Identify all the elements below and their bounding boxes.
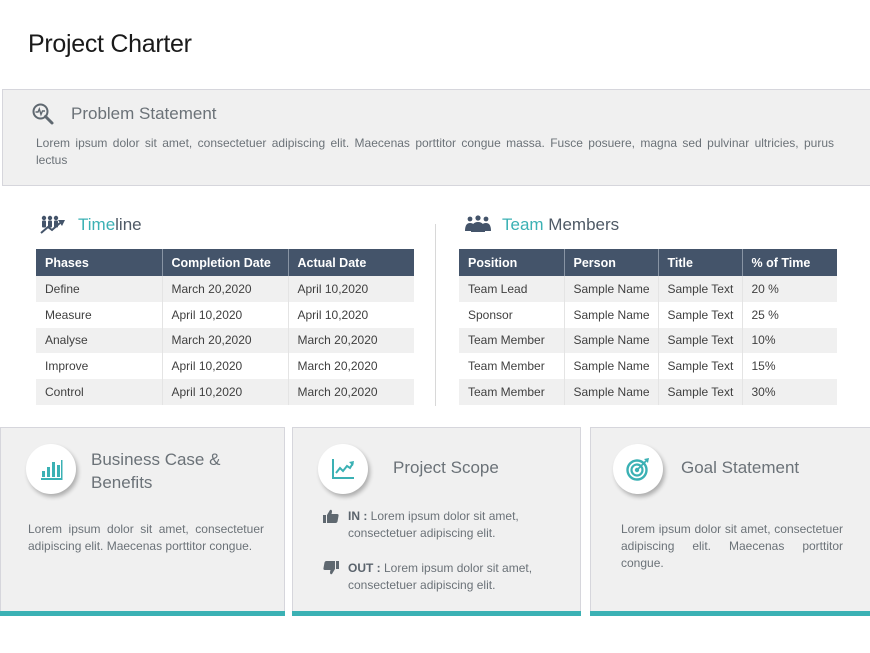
team-members-title-accent: Team	[502, 215, 544, 234]
goal-statement-card: Goal Statement Lorem ipsum dolor sit ame…	[590, 427, 870, 616]
bar-chart-icon	[41, 460, 63, 480]
scope-in-item: IN : Lorem ipsum dolor sit amet, consect…	[323, 508, 555, 542]
thumbs-down-icon	[323, 561, 339, 575]
table-cell: Improve	[36, 353, 163, 380]
team-icon	[465, 215, 491, 232]
table-cell: Sample Name	[564, 379, 659, 405]
table-cell: March 20,2020	[288, 327, 414, 354]
table-cell: April 10,2020	[288, 276, 414, 302]
accent-bar	[0, 611, 285, 616]
table-cell: March 20,2020	[288, 379, 414, 405]
team-members-heading: Team Members	[464, 215, 619, 235]
table-row: Team Member Sample Name Sample Text 15%	[459, 353, 837, 380]
table-row: Define March 20,2020 April 10,2020	[36, 276, 414, 302]
column-header: % of Time	[742, 249, 837, 276]
table-row: Measure April 10,2020 April 10,2020	[36, 301, 414, 328]
project-scope-title: Project Scope	[393, 458, 499, 477]
table-row: Sponsor Sample Name Sample Text 25 %	[459, 301, 837, 328]
table-cell: April 10,2020	[162, 379, 289, 405]
table-cell: Sample Text	[658, 327, 743, 354]
problem-statement-panel: Problem Statement Lorem ipsum dolor sit …	[2, 89, 870, 186]
project-scope-icon-circle	[318, 444, 368, 494]
table-row: Analyse March 20,2020 March 20,2020	[36, 327, 414, 354]
business-case-card: Business Case & Benefits Lorem ipsum dol…	[0, 427, 285, 616]
table-row: Team Member Sample Name Sample Text 30%	[459, 379, 837, 405]
business-case-icon-circle	[26, 444, 76, 494]
table-cell: April 10,2020	[162, 353, 289, 380]
people-growth-icon	[40, 215, 65, 234]
table-cell: Sample Text	[658, 353, 743, 380]
table-cell: 10%	[742, 327, 837, 354]
column-header: Phases	[36, 249, 163, 276]
timeline-heading: Time line	[40, 215, 142, 235]
scope-in-label: IN :	[348, 509, 368, 523]
column-header: Title	[658, 249, 743, 276]
accent-bar	[590, 611, 870, 616]
table-cell: April 10,2020	[288, 301, 414, 328]
table-cell: Team Member	[459, 327, 565, 354]
table-cell: Sample Name	[564, 276, 659, 302]
problem-statement-text: Lorem ipsum dolor sit amet, consectetuer…	[36, 136, 834, 167]
table-cell: Sample Name	[564, 327, 659, 354]
table-cell: March 20,2020	[288, 353, 414, 380]
page-title: Project Charter	[28, 30, 192, 58]
section-divider	[435, 224, 436, 406]
timeline-title-accent: Time	[78, 215, 116, 234]
column-header: Position	[459, 249, 565, 276]
table-cell: 15%	[742, 353, 837, 380]
table-cell: Control	[36, 379, 163, 405]
table-cell: 20 %	[742, 276, 837, 302]
project-scope-card: Project Scope IN : Lorem ipsum dolor sit…	[292, 427, 581, 616]
table-cell: March 20,2020	[162, 327, 289, 354]
line-chart-icon	[332, 459, 354, 479]
business-case-title: Business Case & Benefits	[91, 450, 221, 492]
table-cell: Sample Text	[658, 301, 743, 328]
table-row: Team Lead Sample Name Sample Text 20 %	[459, 276, 837, 302]
timeline-table: Phases Completion Date Actual Date Defin…	[36, 249, 414, 405]
table-cell: March 20,2020	[162, 276, 289, 302]
thumbs-up-icon	[323, 509, 339, 523]
target-icon	[626, 458, 649, 481]
team-members-table: Position Person Title % of Time Team Lea…	[459, 249, 837, 405]
table-cell: Team Lead	[459, 276, 565, 302]
table-row: Improve April 10,2020 March 20,2020	[36, 353, 414, 380]
table-row: Team Member Sample Name Sample Text 10%	[459, 327, 837, 354]
table-cell: Team Member	[459, 353, 565, 380]
column-header: Completion Date	[162, 249, 289, 276]
timeline-title-rest: line	[115, 215, 142, 234]
scope-in-text: Lorem ipsum dolor sit amet, consectetuer…	[348, 509, 519, 540]
column-header: Actual Date	[288, 249, 414, 276]
table-cell: 30%	[742, 379, 837, 405]
goal-statement-text: Lorem ipsum dolor sit amet, consectetuer…	[621, 522, 843, 570]
team-members-title-rest: Members	[543, 215, 620, 234]
goal-statement-icon-circle	[613, 444, 663, 494]
table-cell: Team Member	[459, 379, 565, 405]
table-cell: April 10,2020	[162, 301, 289, 328]
scope-out-item: OUT : Lorem ipsum dolor sit amet, consec…	[323, 560, 555, 594]
table-cell: Measure	[36, 301, 163, 328]
magnifier-pulse-icon	[32, 103, 54, 125]
scope-out-label: OUT :	[348, 561, 381, 575]
problem-statement-title: Problem Statement	[71, 104, 217, 123]
accent-bar	[292, 611, 581, 616]
table-cell: Analyse	[36, 327, 163, 354]
timeline-header-row: Phases Completion Date Actual Date	[36, 249, 414, 276]
table-cell: Sample Text	[658, 276, 743, 302]
table-cell: Define	[36, 276, 163, 302]
table-row: Control April 10,2020 March 20,2020	[36, 379, 414, 405]
table-cell: 25 %	[742, 301, 837, 328]
table-cell: Sample Name	[564, 301, 659, 328]
table-cell: Sample Name	[564, 353, 659, 380]
table-cell: Sponsor	[459, 301, 565, 328]
table-cell: Sample Text	[658, 379, 743, 405]
team-header-row: Position Person Title % of Time	[459, 249, 837, 276]
business-case-text: Lorem ipsum dolor sit amet, consectetuer…	[28, 522, 264, 553]
goal-statement-title: Goal Statement	[681, 458, 800, 477]
column-header: Person	[564, 249, 659, 276]
